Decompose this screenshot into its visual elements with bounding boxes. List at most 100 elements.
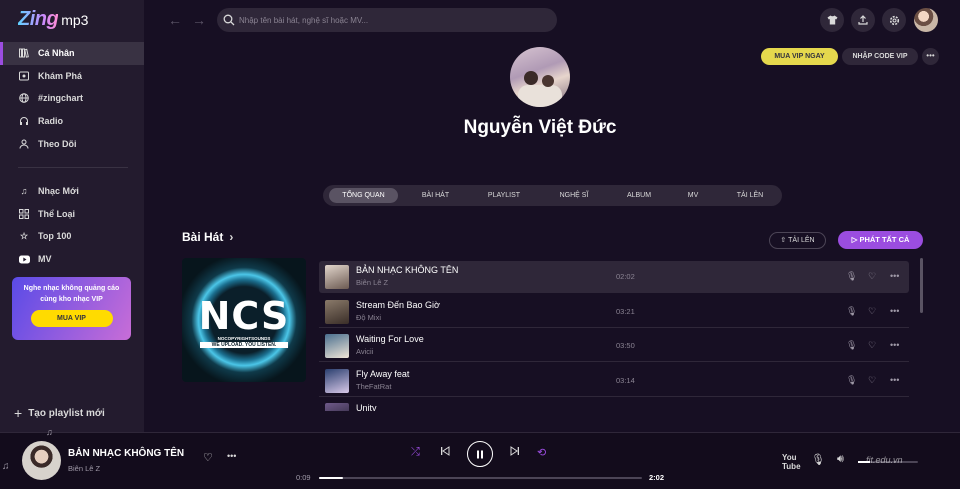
sidebar-item-label: Thể Loại: [38, 208, 76, 219]
sidebar-item-theo-doi[interactable]: Theo Dõi: [0, 132, 144, 155]
sidebar-item-radio[interactable]: Radio: [0, 110, 144, 133]
buy-vip-button[interactable]: MUA VIP: [30, 310, 113, 327]
more-icon[interactable]: •••: [227, 451, 236, 461]
pause-button[interactable]: [467, 441, 493, 467]
heart-icon[interactable]: ♡: [868, 340, 876, 351]
watermark: fit.edu.vn: [866, 455, 903, 465]
song-row[interactable]: Waiting For Love Avicii 03:50 🎙︎ ♡ •••: [319, 330, 909, 362]
tab-tai-len[interactable]: TẢI LÊN: [721, 188, 779, 203]
song-title: Stream Đến Bao Giờ: [356, 300, 440, 310]
enter-vip-code-button[interactable]: NHẬP CODE VIP: [842, 48, 918, 65]
more-icon[interactable]: •••: [890, 375, 899, 385]
previous-icon[interactable]: [440, 446, 450, 459]
volume-icon[interactable]: 🔊︎: [837, 453, 844, 466]
next-icon[interactable]: [510, 446, 520, 459]
buy-vip-now-button[interactable]: MUA VIP NGAY: [761, 48, 838, 65]
vip-promo-card: Nghe nhạc không quảng cáo cùng kho nhạc …: [12, 277, 131, 340]
now-playing-title[interactable]: BẢN NHẠC KHÔNG TÊN: [68, 448, 184, 459]
logo-main-text: Zing: [18, 8, 59, 30]
sidebar-item-label: Khám Phá: [38, 70, 83, 81]
sidebar-item-kham-pha[interactable]: Khám Phá: [0, 65, 144, 88]
songs-section-title[interactable]: Bài Hát ›: [182, 230, 233, 244]
upload-icon: [858, 15, 868, 25]
upload-icon: ⇧: [780, 237, 787, 244]
microphone-icon[interactable]: 🎙︎: [846, 271, 857, 282]
current-time: 0:09: [296, 473, 311, 482]
microphone-icon[interactable]: 🎙︎: [846, 340, 857, 351]
follow-icon: [18, 138, 30, 150]
upload-song-label: TẢI LÊN: [788, 237, 815, 244]
microphone-icon[interactable]: 🎙︎: [811, 453, 825, 466]
new-playlist-button[interactable]: + Tạo playlist mới: [14, 405, 105, 421]
now-playing-thumbnail[interactable]: [22, 441, 61, 480]
song-thumbnail: [325, 369, 349, 393]
chart-icon: [18, 92, 30, 104]
song-duration: 02:02: [616, 272, 635, 281]
new-playlist-label: Tạo playlist mới: [28, 407, 105, 419]
tab-tong-quan[interactable]: TỔNG QUAN: [329, 188, 398, 203]
star-icon: ☆: [19, 230, 29, 241]
heart-icon[interactable]: ♡: [868, 271, 876, 282]
pause-icon: [477, 450, 483, 458]
tab-mv[interactable]: MV: [675, 188, 711, 203]
tab-album[interactable]: ALBUM: [613, 188, 665, 203]
tab-playlist[interactable]: PLAYLIST: [473, 188, 535, 203]
more-icon[interactable]: •••: [890, 271, 899, 281]
mv-icon[interactable]: You Tube: [782, 453, 801, 471]
repeat-icon[interactable]: ⟲: [537, 446, 546, 459]
music-note-icon: ♫: [20, 186, 28, 197]
tab-bai-hat[interactable]: BÀI HÁT: [408, 188, 463, 203]
heart-icon[interactable]: ♡: [868, 375, 876, 386]
song-row[interactable]: Stream Đến Bao Giờ Độ Mixi 03:21 🎙︎ ♡ ••…: [319, 296, 909, 328]
sidebar-item-ca-nhan[interactable]: Cá Nhân: [0, 42, 144, 65]
cover-line-2: WE UPLOAD. YOU LISTEN.: [200, 342, 288, 348]
back-arrow-icon[interactable]: ←: [168, 12, 182, 28]
sidebar-item-zingchart[interactable]: #zingchart: [0, 87, 144, 110]
sidebar-item-label: MV: [38, 254, 52, 265]
search-bar[interactable]: Nhập tên bài hát, nghệ sĩ hoặc MV...: [217, 8, 557, 32]
profile-name: Nguyễn Việt Đức: [463, 117, 617, 138]
music-note-icon: ♫: [46, 427, 53, 437]
forward-arrow-icon[interactable]: →: [192, 12, 206, 28]
sidebar-item-nhac-moi[interactable]: ♫ Nhạc Mới: [0, 180, 144, 203]
song-row[interactable]: Fly Away feat TheFatRat 03:14 🎙︎ ♡ •••: [319, 365, 909, 397]
song-artist[interactable]: TheFatRat: [356, 382, 391, 391]
sidebar-nav-secondary: ♫ Nhạc Mới Thể Loại ☆ Top 100 MV: [0, 180, 144, 270]
song-title: Fly Away feat: [356, 369, 410, 379]
sidebar: Zing mp3 Cá Nhân Khám Phá #zingchart Rad…: [0, 0, 144, 432]
song-artist[interactable]: Độ Mixi: [356, 313, 381, 322]
microphone-icon[interactable]: 🎙︎: [846, 306, 857, 317]
song-row[interactable]: Unity: [319, 399, 909, 411]
upload-song-button[interactable]: ⇧ TẢI LÊN: [769, 232, 826, 249]
sidebar-item-top-100[interactable]: ☆ Top 100: [0, 225, 144, 248]
user-avatar[interactable]: [914, 8, 938, 32]
sidebar-item-the-loai[interactable]: Thể Loại: [0, 203, 144, 226]
song-row[interactable]: BẢN NHẠC KHÔNG TÊN Biên Lê Z 02:02 🎙︎ ♡ …: [319, 261, 909, 293]
song-artist[interactable]: Avicii: [356, 347, 373, 356]
play-all-button[interactable]: ▷ PHÁT TẤT CẢ: [838, 231, 923, 249]
song-duration: 03:21: [616, 307, 635, 316]
song-list-scrollbar[interactable]: [920, 258, 923, 313]
song-thumbnail: [325, 334, 349, 358]
zing-mp3-logo[interactable]: Zing mp3: [18, 8, 88, 32]
heart-icon[interactable]: ♡: [868, 306, 876, 317]
sidebar-item-mv[interactable]: MV: [0, 248, 144, 271]
more-options-button[interactable]: •••: [922, 48, 939, 65]
more-icon[interactable]: •••: [890, 306, 899, 316]
radio-icon: [18, 115, 30, 127]
sidebar-item-label: Top 100: [38, 231, 72, 242]
album-cover[interactable]: NCS NOCOPYRIGHTSOUNDS WE UPLOAD. YOU LIS…: [182, 258, 306, 382]
more-icon[interactable]: •••: [890, 340, 899, 350]
shuffle-icon[interactable]: ⤮: [411, 446, 420, 459]
song-artist[interactable]: Biên Lê Z: [356, 278, 388, 287]
progress-bar[interactable]: [319, 477, 642, 479]
theme-button[interactable]: [820, 8, 844, 32]
heart-icon[interactable]: ♡: [203, 451, 213, 464]
tab-nghe-si[interactable]: NGHỆ SĨ: [545, 188, 603, 203]
settings-button[interactable]: [882, 8, 906, 32]
now-playing-artist[interactable]: Biên Lê Z: [68, 464, 100, 473]
upload-button[interactable]: [851, 8, 875, 32]
search-input[interactable]: Nhập tên bài hát, nghệ sĩ hoặc MV...: [239, 16, 368, 25]
microphone-icon[interactable]: 🎙︎: [846, 375, 857, 386]
music-note-icon: ♫: [2, 461, 10, 472]
